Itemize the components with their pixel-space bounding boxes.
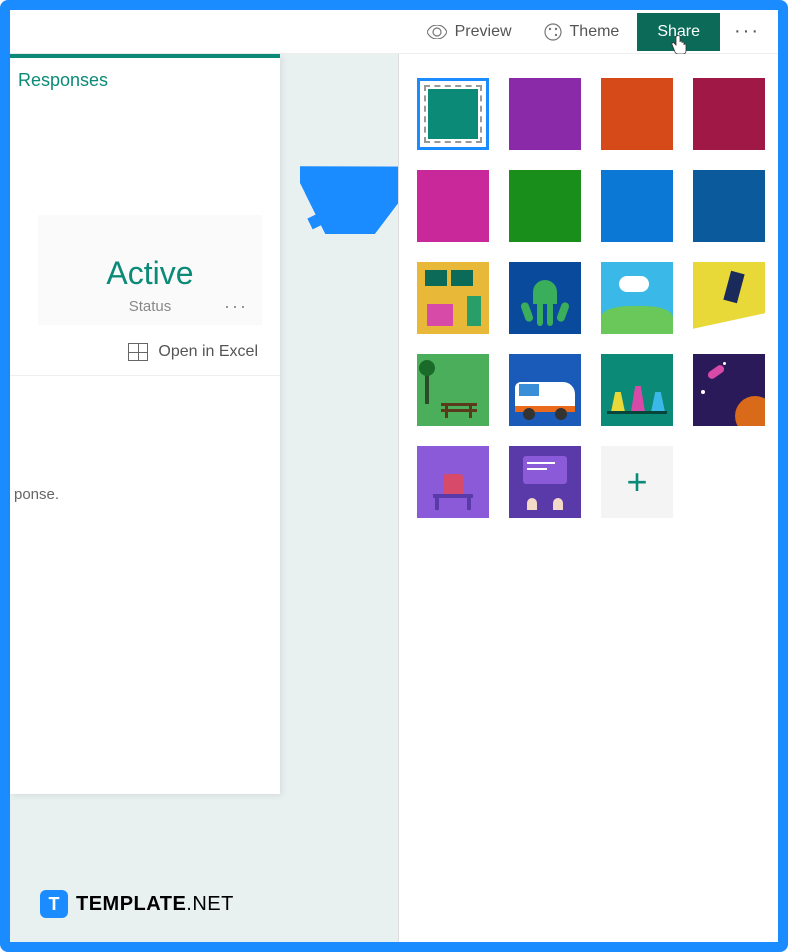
watermark-text: TEMPLATE.NET <box>76 893 234 916</box>
theme-illus-snowboard[interactable] <box>693 262 765 334</box>
theme-label: Theme <box>570 23 620 41</box>
card-more-button[interactable]: ··· <box>224 296 248 317</box>
theme-color-purple[interactable] <box>509 78 581 150</box>
theme-color-magenta[interactable] <box>417 170 489 242</box>
theme-illus-desk[interactable] <box>417 446 489 518</box>
watermark-badge: T <box>40 890 68 918</box>
excel-icon <box>128 343 148 361</box>
theme-color-green[interactable] <box>509 170 581 242</box>
theme-illus-van[interactable] <box>509 354 581 426</box>
app-frame: Preview Theme Share ··· Responses Active… <box>0 0 788 952</box>
theme-illus-space[interactable] <box>693 354 765 426</box>
theme-color-darkblue[interactable] <box>693 170 765 242</box>
tab-bar: Responses <box>10 54 280 105</box>
status-value: Active <box>48 255 252 292</box>
more-button[interactable]: ··· <box>724 14 770 49</box>
responses-panel: Responses Active Status ··· Open in Exce… <box>10 54 280 794</box>
status-card: Active Status ··· <box>38 215 262 325</box>
open-excel-label: Open in Excel <box>158 343 258 361</box>
preview-label: Preview <box>455 23 512 41</box>
theme-illus-cloud[interactable] <box>601 262 673 334</box>
theme-grid: + <box>417 78 760 518</box>
toolbar: Preview Theme Share ··· <box>10 10 778 54</box>
theme-illus-presentation[interactable] <box>509 446 581 518</box>
preview-button[interactable]: Preview <box>413 17 526 47</box>
theme-color-orange[interactable] <box>601 78 673 150</box>
theme-color-blue[interactable] <box>601 170 673 242</box>
theme-button[interactable]: Theme <box>530 17 634 47</box>
status-label: Status <box>48 298 252 315</box>
theme-illus-park[interactable] <box>417 354 489 426</box>
plus-icon: + <box>626 461 647 503</box>
share-button[interactable]: Share <box>637 13 720 51</box>
eye-icon <box>427 25 447 39</box>
palette-icon <box>544 23 562 41</box>
theme-illus-octopus[interactable] <box>509 262 581 334</box>
watermark: T TEMPLATE.NET <box>40 890 234 918</box>
theme-illus-room[interactable] <box>417 262 489 334</box>
theme-illus-chemistry[interactable] <box>601 354 673 426</box>
theme-add-button[interactable]: + <box>601 446 673 518</box>
theme-panel: + <box>398 54 778 942</box>
tab-responses[interactable]: Responses <box>10 70 280 91</box>
response-fragment: ponse. <box>10 376 280 503</box>
theme-color-crimson[interactable] <box>693 78 765 150</box>
theme-color-teal[interactable] <box>417 78 489 150</box>
open-in-excel-button[interactable]: Open in Excel <box>10 325 280 376</box>
main-area: Responses Active Status ··· Open in Exce… <box>10 54 778 942</box>
